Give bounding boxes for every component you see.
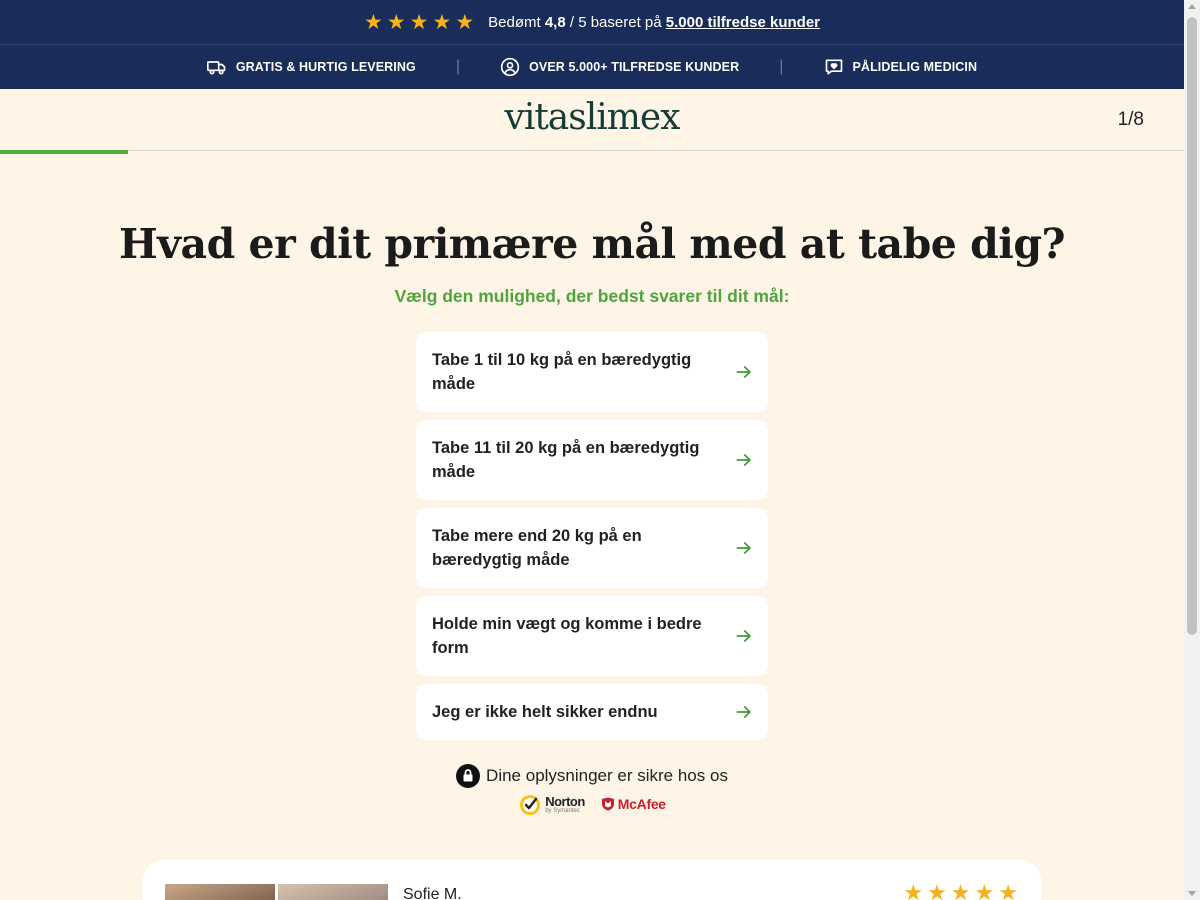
security-notice: Dine oplysninger er sikre hos os xyxy=(0,764,1184,788)
site-header: vitaslimex 1/8 xyxy=(0,89,1184,151)
star-icon: ★ xyxy=(974,880,995,900)
option-lose-1-10kg[interactable]: Tabe 1 til 10 kg på en bæredygtig måde xyxy=(416,332,768,412)
option-maintain-weight[interactable]: Holde min vægt og komme i bedre form xyxy=(416,596,768,676)
arrow-right-icon xyxy=(736,630,751,642)
trust-bar: GRATIS & HURTIG LEVERING | OVER 5.000+ T… xyxy=(0,44,1184,89)
trust-label-customers: OVER 5.000+ TILFREDSE KUNDER xyxy=(529,60,740,74)
review-card: Sofie M. ★ ★ ★ ★ ★ xyxy=(142,860,1042,900)
scrollbar[interactable] xyxy=(1184,0,1200,900)
security-badges: Norton by Symantec McAfee xyxy=(0,792,1184,816)
option-label: Jeg er ikke helt sikker endnu xyxy=(432,703,658,721)
norton-check-icon xyxy=(520,795,541,815)
page-title: Hvad er dit primære mål med at tabe dig? xyxy=(118,220,1066,268)
star-icon: ★ xyxy=(432,10,452,34)
scroll-thumb[interactable] xyxy=(1187,17,1197,635)
mcafee-name: McAfee xyxy=(617,796,666,812)
security-text: Dine oplysninger er sikre hos os xyxy=(486,766,728,785)
answer-options: Tabe 1 til 10 kg på en bæredygtig måde T… xyxy=(416,332,768,748)
customers-link[interactable]: 5.000 tilfredse kunder xyxy=(666,14,820,31)
option-lose-11-20kg[interactable]: Tabe 11 til 20 kg på en bæredygtig måde xyxy=(416,420,768,500)
heart-message-icon xyxy=(825,59,842,75)
review-stars: ★ ★ ★ ★ ★ xyxy=(903,882,1018,900)
step-counter: 1/8 xyxy=(1117,109,1144,130)
option-lose-more-than-20kg[interactable]: Tabe mere end 20 kg på en bæredygtig måd… xyxy=(416,508,768,588)
rating-prefix: Bedømt xyxy=(488,13,541,31)
star-icon: ★ xyxy=(927,880,947,900)
page-subtitle: Vælg den mulighed, der bedst svarer til … xyxy=(394,286,790,306)
trust-item-customers: OVER 5.000+ TILFREDSE KUNDER xyxy=(500,57,739,77)
reviewer-name: Sofie M. xyxy=(403,886,462,900)
separator: | xyxy=(779,58,784,75)
option-label: Holde min vægt og komme i bedre form xyxy=(432,615,702,657)
trust-label-delivery: GRATIS & HURTIG LEVERING xyxy=(235,60,416,74)
rating-text: Bedømt 4,8 / 5 baseret på 5.000 tilfreds… xyxy=(488,14,820,31)
option-not-sure[interactable]: Jeg er ikke helt sikker endnu xyxy=(416,684,768,740)
truck-icon xyxy=(206,61,226,75)
arrow-right-icon xyxy=(736,366,751,378)
norton-by: by Symantec xyxy=(545,807,580,814)
mcafee-badge: McAfee xyxy=(601,796,666,812)
scroll-down-icon[interactable] xyxy=(1188,891,1196,896)
star-icon: ★ xyxy=(950,880,971,900)
separator: | xyxy=(455,58,461,75)
trust-label-medicine: PÅLIDELIG MEDICIN xyxy=(852,60,978,74)
lock-icon xyxy=(456,764,481,788)
brand-logo[interactable]: vitaslimex xyxy=(0,97,1184,138)
user-circle-icon xyxy=(500,57,520,77)
rating-value: 4,8 xyxy=(544,13,566,31)
star-icon: ★ xyxy=(409,10,429,34)
star-icon: ★ xyxy=(455,10,475,34)
norton-badge: Norton by Symantec xyxy=(518,792,585,816)
norton-name: Norton xyxy=(545,793,585,809)
star-icon: ★ xyxy=(386,10,406,34)
trust-item-delivery: GRATIS & HURTIG LEVERING xyxy=(206,57,416,77)
rating-stars: ★ ★ ★ ★ ★ xyxy=(364,12,474,33)
mcafee-shield-icon xyxy=(601,797,614,811)
rating-banner: ★ ★ ★ ★ ★ Bedømt 4,8 / 5 baseret på 5.00… xyxy=(0,0,1184,44)
review-photo-after xyxy=(278,884,388,900)
arrow-right-icon xyxy=(736,542,751,554)
rating-middle: / 5 baseret på xyxy=(569,13,662,31)
trust-item-medicine: PÅLIDELIG MEDICIN xyxy=(824,57,978,77)
arrow-right-icon xyxy=(736,454,751,466)
star-icon: ★ xyxy=(903,880,924,900)
option-label: Tabe 1 til 10 kg på en bæredygtig måde xyxy=(432,351,692,393)
arrow-right-icon xyxy=(736,706,751,718)
option-label: Tabe 11 til 20 kg på en bæredygtig måde xyxy=(432,439,700,481)
star-icon: ★ xyxy=(364,10,383,34)
progress-bar xyxy=(0,150,128,154)
review-photo-before xyxy=(165,884,275,900)
scroll-up-icon[interactable] xyxy=(1188,4,1196,9)
norton-text: Norton by Symantec xyxy=(545,795,585,814)
star-icon: ★ xyxy=(998,880,1018,900)
option-label: Tabe mere end 20 kg på en bæredygtig måd… xyxy=(432,527,642,569)
